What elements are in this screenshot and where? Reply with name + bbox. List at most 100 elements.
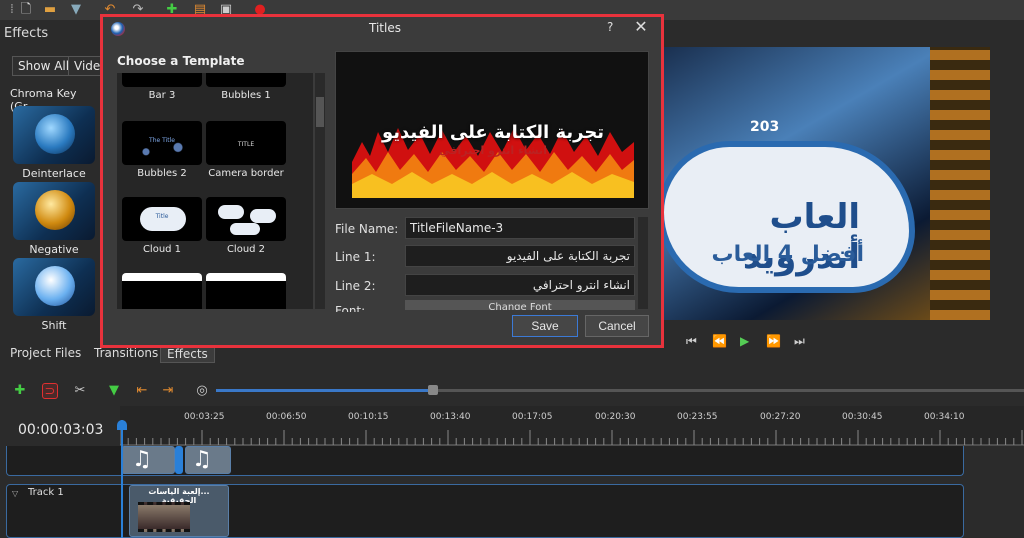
template-thumbnail bbox=[122, 273, 202, 309]
template-name: Cloud 2 bbox=[226, 244, 266, 255]
audio-track[interactable]: ♫ ♫ bbox=[6, 446, 964, 476]
rewind-icon[interactable]: ⏪ bbox=[712, 334, 727, 348]
line1-input[interactable] bbox=[405, 245, 635, 267]
jump-start-icon[interactable]: ⏮ bbox=[686, 334, 697, 349]
jump-end-icon[interactable]: ⏭ bbox=[794, 334, 805, 349]
fields-scrollbar[interactable] bbox=[638, 217, 648, 309]
music-note-icon: ♫ bbox=[192, 447, 212, 472]
cloud-shape bbox=[230, 223, 260, 235]
audio-clip[interactable]: ♫ bbox=[185, 446, 231, 474]
preview-title-line2: أفضل 4 العاب bbox=[711, 242, 864, 267]
next-marker-icon[interactable]: ⇥ bbox=[160, 383, 176, 399]
save-icon[interactable]: ▼ bbox=[68, 2, 84, 18]
ruler-tick-label: 00:27:20 bbox=[760, 412, 801, 422]
template-name: Bubbles 1 bbox=[221, 90, 271, 101]
filter-show-all-button[interactable]: Show All bbox=[12, 56, 76, 76]
ruler-tick-label: 00:23:55 bbox=[677, 412, 718, 422]
effect-shift[interactable]: Shift bbox=[4, 258, 104, 332]
change-font-button[interactable]: Change Font bbox=[405, 300, 635, 310]
zoom-icon: ◎ bbox=[196, 383, 208, 398]
cloud-shape bbox=[250, 209, 276, 223]
playhead-handle[interactable] bbox=[117, 420, 127, 430]
templates-scrollbar-thumb[interactable] bbox=[316, 97, 324, 127]
template-thumb-text: creative commons bbox=[215, 274, 277, 281]
clip-divider bbox=[175, 446, 183, 474]
open-folder-icon[interactable]: ▬ bbox=[42, 2, 58, 18]
zoom-slider-handle[interactable] bbox=[428, 385, 438, 395]
effect-label: Deinterlace bbox=[22, 167, 86, 180]
template-creative-commons-2[interactable]: creative commons bbox=[205, 273, 287, 309]
line2-input[interactable] bbox=[405, 274, 635, 296]
close-icon[interactable]: ✕ bbox=[621, 17, 661, 37]
ruler-tick-label: 00:13:40 bbox=[430, 412, 471, 422]
template-thumbnail: creative commons bbox=[206, 273, 286, 309]
effect-thumbnail bbox=[13, 182, 95, 240]
save-button[interactable]: Save bbox=[512, 315, 578, 337]
fast-forward-icon[interactable]: ⏩ bbox=[766, 334, 781, 348]
audio-clip[interactable]: ♫ bbox=[121, 446, 175, 474]
effect-label: Shift bbox=[41, 319, 67, 332]
preview-badge: 203 bbox=[750, 119, 780, 135]
timeline-ruler[interactable] bbox=[120, 406, 1024, 446]
template-cloud-2[interactable]: Cloud 2 bbox=[205, 197, 287, 255]
effect-thumbnail bbox=[13, 106, 95, 164]
template-bubbles-1[interactable]: Bubbles 1 bbox=[205, 73, 287, 101]
template-name: Bar 3 bbox=[148, 90, 176, 101]
template-name: Bubbles 2 bbox=[137, 168, 187, 179]
video-preview: 203 العاب أندرويد أفضل 4 العاب bbox=[664, 47, 990, 320]
template-name: Camera border bbox=[208, 168, 284, 179]
template-creative-commons-1[interactable] bbox=[121, 273, 203, 309]
font-label: Font: bbox=[335, 304, 366, 312]
titles-dialog: Titles ? ✕ Choose a Template Bar 3 Bubbl… bbox=[100, 14, 664, 348]
collapse-arrow-icon[interactable]: ▽ bbox=[12, 489, 18, 498]
template-thumbnail bbox=[206, 73, 286, 87]
line2-label: Line 2: bbox=[335, 279, 376, 293]
effect-negative[interactable]: Negative bbox=[4, 182, 104, 256]
track-1[interactable]: ...إلعبة الياسات الحقيقية bbox=[6, 484, 964, 538]
preview-background bbox=[930, 47, 990, 320]
new-file-icon[interactable]: 🗋 bbox=[18, 2, 34, 18]
preview-line1: تجربة الكتابة على الفيديو bbox=[381, 122, 605, 143]
zoom-slider-fill bbox=[216, 389, 434, 392]
template-name: Cloud 1 bbox=[142, 244, 182, 255]
template-thumbnail bbox=[206, 197, 286, 241]
ruler-tick-label: 00:03:25 bbox=[184, 412, 225, 422]
template-thumbnail: TITLE bbox=[206, 121, 286, 165]
video-clip[interactable]: ...إلعبة الياسات الحقيقية bbox=[129, 485, 229, 537]
templates-heading: Choose a Template bbox=[117, 54, 245, 68]
template-thumb-text: The Title bbox=[149, 137, 175, 144]
tab-transitions[interactable]: Transitions bbox=[94, 346, 158, 364]
play-icon[interactable]: ▶ bbox=[740, 334, 749, 348]
line1-label: Line 1: bbox=[335, 250, 376, 264]
effect-thumbnail bbox=[13, 258, 95, 316]
razor-icon[interactable]: ✂ bbox=[72, 383, 88, 399]
template-bar-3[interactable]: Bar 3 bbox=[121, 73, 203, 101]
template-camera-border[interactable]: TITLE Camera border bbox=[205, 121, 287, 179]
snap-icon[interactable]: ⊃ bbox=[42, 383, 58, 399]
add-marker-icon[interactable]: ▼ bbox=[106, 383, 122, 399]
add-track-icon[interactable]: ✚ bbox=[12, 383, 28, 399]
current-timecode: 00:00:03:03 bbox=[18, 422, 104, 438]
zoom-slider-track[interactable] bbox=[434, 389, 1024, 392]
template-thumbnail: Title bbox=[122, 197, 202, 241]
ruler-tick-label: 00:10:15 bbox=[348, 412, 389, 422]
effect-label: Negative bbox=[29, 243, 79, 256]
template-bubbles-2[interactable]: The Title Bubbles 2 bbox=[121, 121, 203, 179]
template-thumb-text: TITLE bbox=[237, 141, 255, 148]
effect-deinterlace[interactable]: Deinterlace bbox=[4, 106, 104, 180]
cloud-shape bbox=[218, 205, 244, 219]
ruler-tick-label: 00:20:30 bbox=[595, 412, 636, 422]
playhead[interactable] bbox=[121, 420, 123, 538]
ruler-tick-label: 00:30:45 bbox=[842, 412, 883, 422]
help-icon[interactable]: ? bbox=[607, 20, 613, 34]
ruler-tick-label: 00:17:05 bbox=[512, 412, 553, 422]
clip-thumbnail bbox=[138, 502, 190, 532]
cancel-button[interactable]: Cancel bbox=[585, 315, 649, 337]
tab-project-files[interactable]: Project Files bbox=[10, 346, 81, 364]
effects-panel-title: Effects bbox=[4, 26, 49, 41]
template-cloud-1[interactable]: Title Cloud 1 bbox=[121, 197, 203, 255]
previous-marker-icon[interactable]: ⇤ bbox=[134, 383, 150, 399]
file-name-input[interactable] bbox=[405, 217, 635, 239]
template-thumbnail bbox=[122, 73, 202, 87]
effects-list: Chroma Key (Gr... Deinterlace Negative S… bbox=[4, 84, 104, 334]
